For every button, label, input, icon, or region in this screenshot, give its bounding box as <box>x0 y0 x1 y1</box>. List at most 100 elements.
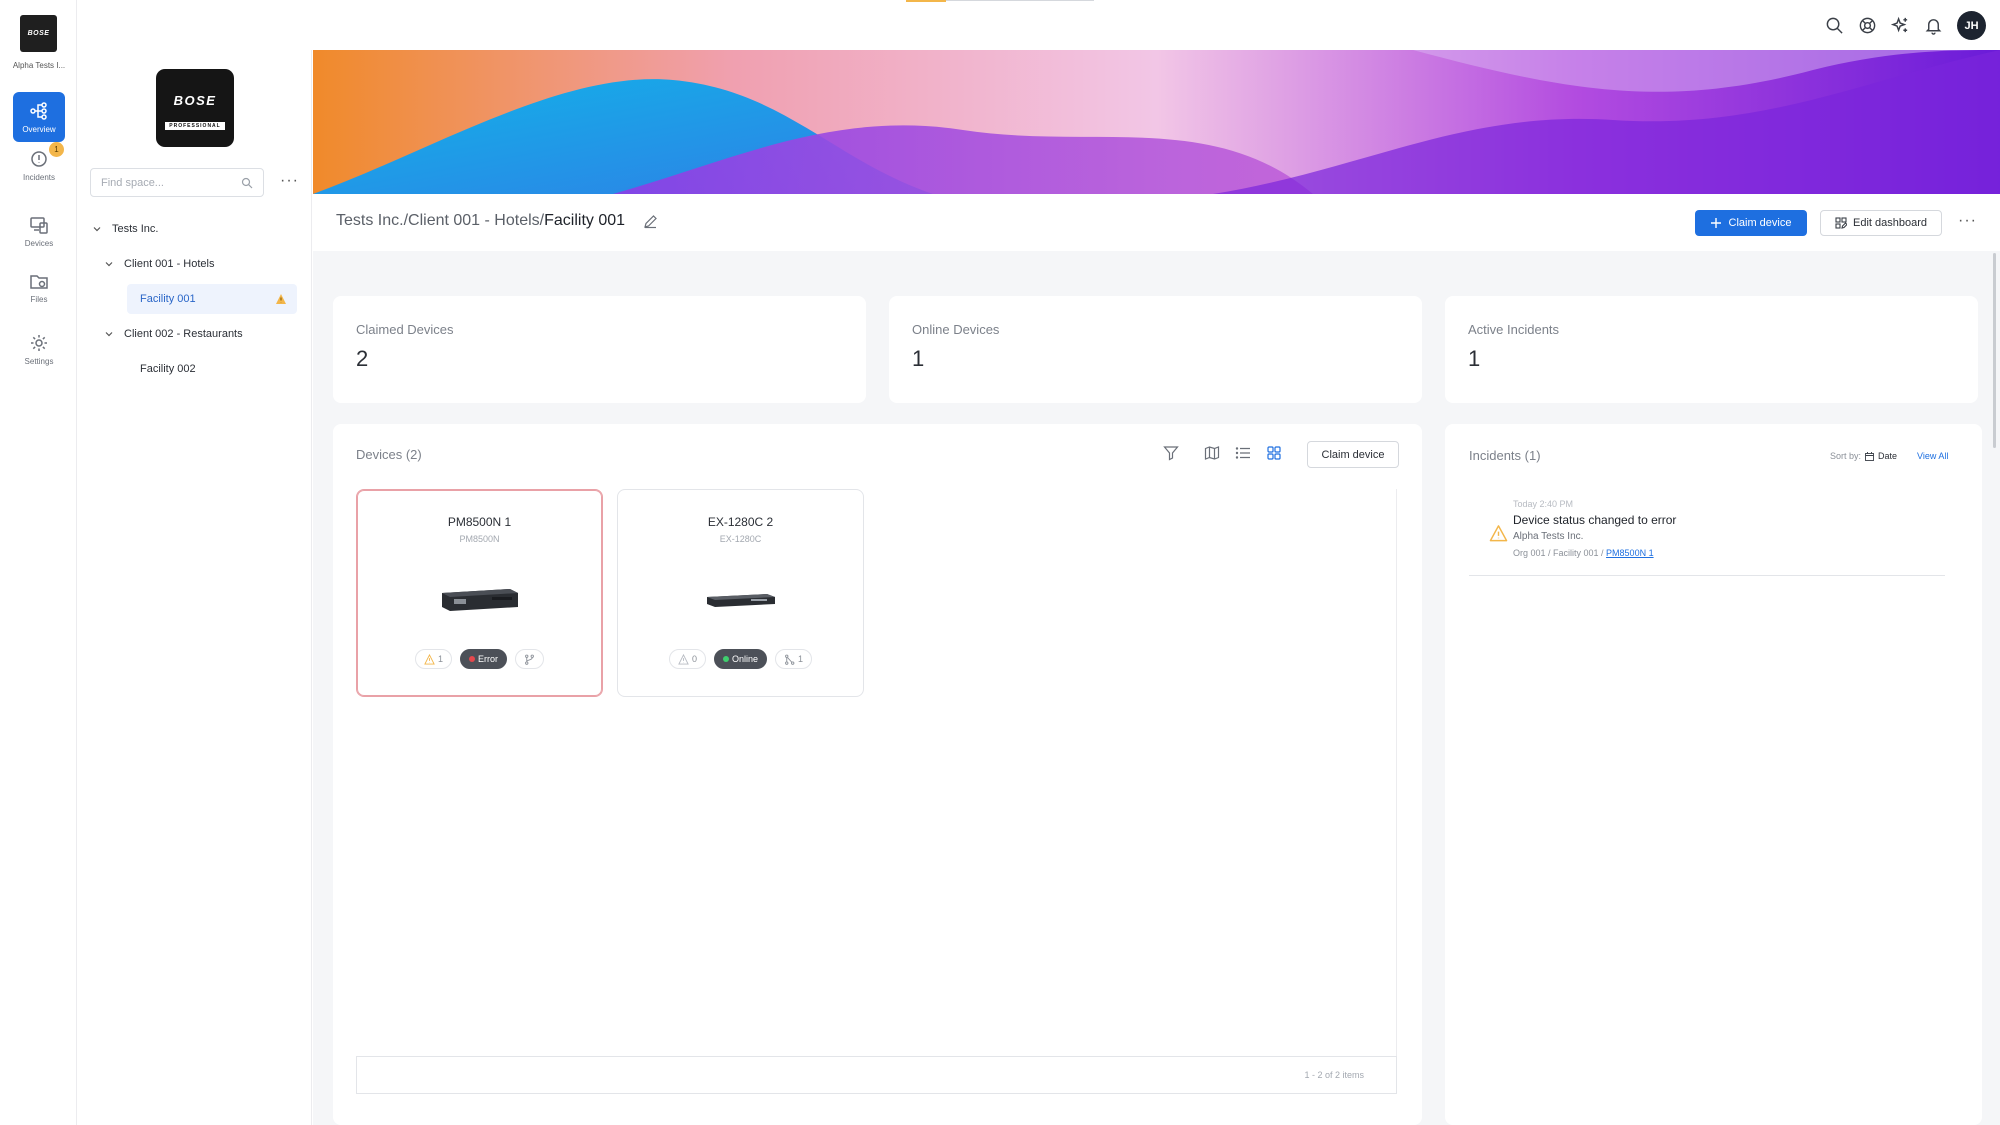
nav-overview-label: Overview <box>22 124 56 134</box>
search-icon[interactable] <box>1825 16 1844 35</box>
incident-item[interactable]: Today 2:40 PM Device status changed to e… <box>1469 494 1945 576</box>
tree-node-client-002[interactable]: Client 002 - Restaurants <box>104 319 243 349</box>
device-name: PM8500N 1 <box>447 515 512 529</box>
tree-node-label: Facility 002 <box>140 363 196 375</box>
brand-sub: PROFESSIONAL <box>165 121 225 130</box>
grid-view-icon[interactable] <box>1266 445 1282 461</box>
help-lifebuoy-icon[interactable] <box>1858 16 1877 35</box>
device-name: EX-1280C 2 <box>707 515 774 529</box>
processor-image <box>707 594 775 607</box>
status-badge: Error <box>460 649 507 669</box>
sparkles-icon[interactable] <box>1891 16 1910 35</box>
stat-card-incidents: Active Incidents 1 <box>1445 296 1978 403</box>
banner-graphic <box>313 50 2000 194</box>
nav-files[interactable]: Files <box>13 262 65 312</box>
stat-value: 2 <box>356 346 369 371</box>
alert-circle-icon <box>31 150 47 167</box>
status-dot <box>722 656 729 662</box>
nav-incidents[interactable]: Incidents 1 <box>13 140 65 190</box>
chevron-down-icon[interactable] <box>104 329 114 339</box>
map-view-icon[interactable] <box>1204 445 1220 461</box>
hierarchy-icon <box>30 101 47 120</box>
gear-icon <box>31 334 47 351</box>
bell-icon[interactable] <box>1924 16 1943 35</box>
stat-label: Claimed Devices <box>356 322 454 337</box>
device-model: PM8500N <box>459 534 500 544</box>
tree-node-client-001[interactable]: Client 001 - Hotels <box>104 249 215 279</box>
warning-icon <box>1489 525 1508 542</box>
search-placeholder: Find space... <box>101 176 164 189</box>
stat-label: Active Incidents <box>1468 322 1560 337</box>
header-more-button[interactable]: ··· <box>1958 212 1977 230</box>
folder-icon <box>30 274 48 289</box>
breadcrumb-item-tests-inc[interactable]: Tests Inc. <box>336 212 404 230</box>
top-bar: JH <box>78 0 2000 50</box>
status-text: Error <box>478 654 498 664</box>
stat-value: 1 <box>1468 346 1481 371</box>
dashboard-banner <box>313 50 2000 194</box>
device-pills: 1 Error <box>357 649 602 669</box>
edit-dashboard-button[interactable]: Edit dashboard <box>1820 210 1942 236</box>
warning-count-pill[interactable]: 1 <box>414 649 452 669</box>
top-actions: JH <box>1825 11 1986 40</box>
devices-title: Devices (2) <box>356 447 422 462</box>
list-view-icon[interactable] <box>1235 445 1251 461</box>
tree-node-label: Tests Inc. <box>112 223 159 235</box>
plus-icon <box>1710 218 1721 228</box>
space-search-input[interactable]: Find space... <box>90 168 264 197</box>
devices-panel: Devices (2) Claim device PM8500N 1 PM850… <box>333 424 1422 1125</box>
device-card-ex-1280c-2[interactable]: EX-1280C 2 EX-1280C 0 Online 1 <box>617 489 864 697</box>
filter-icon[interactable] <box>1163 445 1179 461</box>
search-icon <box>241 177 253 188</box>
page-scrollbar[interactable] <box>1993 253 1996 448</box>
stat-card-claimed: Claimed Devices 2 <box>333 296 866 403</box>
tree-node-facility-002[interactable]: Facility 002 <box>140 354 196 384</box>
view-all-link[interactable]: View All <box>1917 451 1948 461</box>
incident-device-link[interactable]: PM8500N 1 <box>1606 548 1654 558</box>
space-tree-panel: BOSE PROFESSIONAL Find space... ··· Test… <box>78 0 312 1125</box>
warning-count-pill[interactable]: 0 <box>668 649 706 669</box>
device-card-pm8500n-1[interactable]: PM8500N 1 PM8500N 1 Error <box>356 489 603 697</box>
tree-node-facility-001[interactable]: Facility 001 <box>127 284 297 314</box>
chevron-down-icon[interactable] <box>92 224 102 234</box>
nav-devices-label: Devices <box>24 238 54 248</box>
network-icon <box>785 654 795 665</box>
sort-label: Sort by: <box>1830 451 1862 461</box>
breadcrumb-current: Facility 001 <box>544 212 626 229</box>
nav-files-label: Files <box>30 294 48 304</box>
pencil-icon[interactable] <box>643 214 658 229</box>
breadcrumb-item-client-001[interactable]: Client 001 - Hotels <box>408 212 540 230</box>
nav-incidents-label: Incidents <box>22 172 56 182</box>
user-avatar[interactable]: JH <box>1957 11 1986 40</box>
calendar-icon <box>1865 451 1874 461</box>
nav-devices[interactable]: Devices <box>13 206 65 256</box>
org-logo[interactable]: BOSE <box>20 15 57 52</box>
warning-count: 0 <box>691 654 697 664</box>
connection-count: 1 <box>798 654 804 664</box>
breadcrumb: Tests Inc. / Client 001 - Hotels / Facil… <box>336 212 658 230</box>
nav-overview[interactable]: Overview <box>13 92 65 142</box>
status-text: Online <box>731 654 758 664</box>
device-pills: 0 Online 1 <box>618 649 863 669</box>
dashboard-edit-icon <box>1835 217 1847 229</box>
nav-settings[interactable]: Settings <box>13 324 65 374</box>
git-branch-icon <box>525 654 534 665</box>
tree-node-label: Facility 001 <box>140 293 196 305</box>
edit-dashboard-label: Edit dashboard <box>1853 217 1927 229</box>
incident-title: Device status changed to error <box>1513 513 1677 527</box>
tree-node-tests-inc[interactable]: Tests Inc. <box>92 214 158 244</box>
incidents-sort[interactable]: Sort by: Date <box>1830 451 1897 461</box>
app-root: BOSE Alpha Tests I... Overview Incidents… <box>0 0 2000 1125</box>
brand-mark: BOSE <box>173 92 217 108</box>
connections-pill[interactable] <box>515 649 544 669</box>
devices-claim-button[interactable]: Claim device <box>1307 441 1399 468</box>
incident-org: Alpha Tests Inc. <box>1513 531 1584 542</box>
connections-pill[interactable]: 1 <box>775 649 813 669</box>
dashboard-content: Claimed Devices 2 Online Devices 1 Activ… <box>313 251 2000 1125</box>
device-model: EX-1280C <box>719 534 762 544</box>
chevron-down-icon[interactable] <box>104 259 114 269</box>
incidents-title: Incidents (1) <box>1469 448 1541 463</box>
claim-device-button[interactable]: Claim device <box>1695 210 1807 236</box>
tree-more-button[interactable]: ··· <box>280 172 299 190</box>
devices-claim-label: Claim device <box>1321 448 1385 461</box>
